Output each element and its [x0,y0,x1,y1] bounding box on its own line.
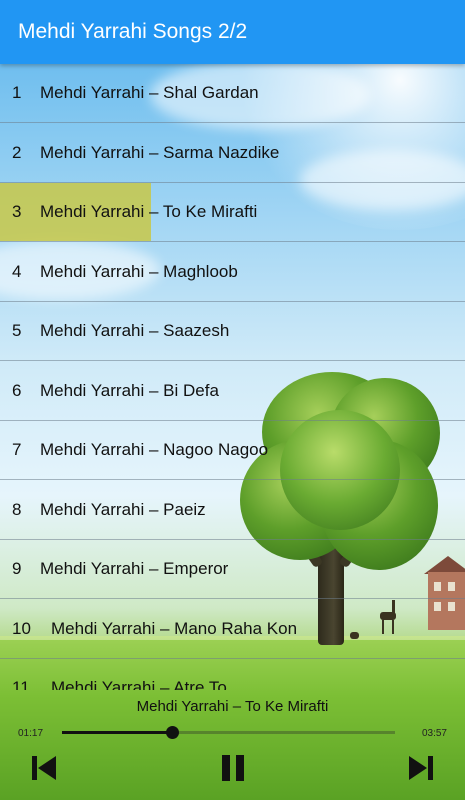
song-number: 10 [12,618,31,638]
song-row[interactable]: 2 Mehdi Yarrahi – Sarma Nazdike [0,124,465,183]
song-row-selected[interactable]: 3 Mehdi Yarrahi – To Ke Mirafti [0,183,465,242]
song-title: Mehdi Yarrahi – Sarma Nazdike [40,142,280,162]
song-row[interactable]: 9 Mehdi Yarrahi – Emperor [0,540,465,599]
song-title: Mehdi Yarrahi – Nagoo Nagoo [40,440,269,459]
song-row[interactable]: 5 Mehdi Yarrahi – Saazesh [0,302,465,361]
skip-next-icon [409,756,433,780]
song-list[interactable]: 1 Mehdi Yarrahi – Shal Gardan 2 Mehdi Ya… [0,64,465,690]
song-title: Mehdi Yarrahi – Mano Raha Kon [51,618,298,638]
previous-button[interactable] [30,752,58,784]
song-title: Mehdi Yarrahi – Atre To [51,678,227,690]
page-title: Mehdi Yarrahi Songs 2/2 [18,20,248,43]
now-playing-title: Mehdi Yarrahi – To Ke Mirafti [136,698,329,715]
song-number: 11 [12,678,30,690]
song-number: 9 [12,559,22,578]
song-number: 2 [12,142,22,162]
song-number: 5 [12,321,22,340]
seek-bar-thumb[interactable] [165,726,179,739]
total-time: 03:57 [421,728,447,739]
song-row[interactable]: 10 Mehdi Yarrahi – Mano Raha Kon [0,600,465,659]
song-number: 4 [12,261,22,281]
song-row[interactable]: 6 Mehdi Yarrahi – Bi Defa [0,362,465,421]
song-number: 7 [12,440,22,459]
song-title: Mehdi Yarrahi – Shal Gardan [40,83,259,102]
song-title: Mehdi Yarrahi – To Ke Mirafti [40,202,258,221]
song-row[interactable]: 8 Mehdi Yarrahi – Paeiz [0,481,465,540]
player-bar: Mehdi Yarrahi – To Ke Mirafti 01:17 03:5… [0,690,465,800]
song-title: Mehdi Yarrahi – Bi Defa [40,380,219,400]
song-title: Mehdi Yarrahi – Emperor [40,559,229,578]
seek-bar[interactable] [62,726,395,739]
next-button[interactable] [407,752,435,784]
current-time: 01:17 [18,728,44,739]
song-number: 8 [12,499,22,519]
song-row[interactable]: 1 Mehdi Yarrahi – Shal Gardan [0,64,465,123]
song-row[interactable]: 7 Mehdi Yarrahi – Nagoo Nagoo [0,421,465,480]
pause-button[interactable] [219,752,247,784]
app-bar: Mehdi Yarrahi Songs 2/2 [0,0,465,64]
pause-icon [222,755,244,781]
song-title: Mehdi Yarrahi – Paeiz [40,499,206,519]
skip-previous-icon [32,756,56,780]
song-title: Mehdi Yarrahi – Saazesh [40,321,230,340]
song-row[interactable]: 11 Mehdi Yarrahi – Atre To [0,659,465,690]
song-number: 6 [12,380,22,400]
song-row[interactable]: 4 Mehdi Yarrahi – Maghloob [0,243,465,302]
song-title: Mehdi Yarrahi – Maghloob [40,261,238,281]
song-number: 3 [12,202,22,221]
seek-bar-progress [62,731,172,734]
song-number: 1 [12,83,22,102]
